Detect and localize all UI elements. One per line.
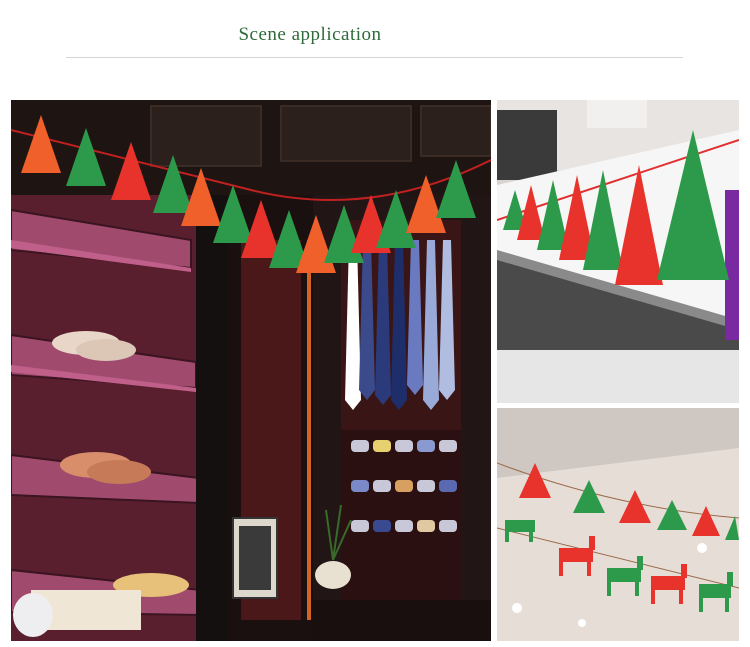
page-title: Scene application <box>238 24 382 45</box>
title-divider <box>66 57 683 58</box>
counter-garland-photo <box>497 100 739 403</box>
ceiling-garland-photo <box>497 408 739 641</box>
shop-closet-garland-photo <box>11 100 491 641</box>
